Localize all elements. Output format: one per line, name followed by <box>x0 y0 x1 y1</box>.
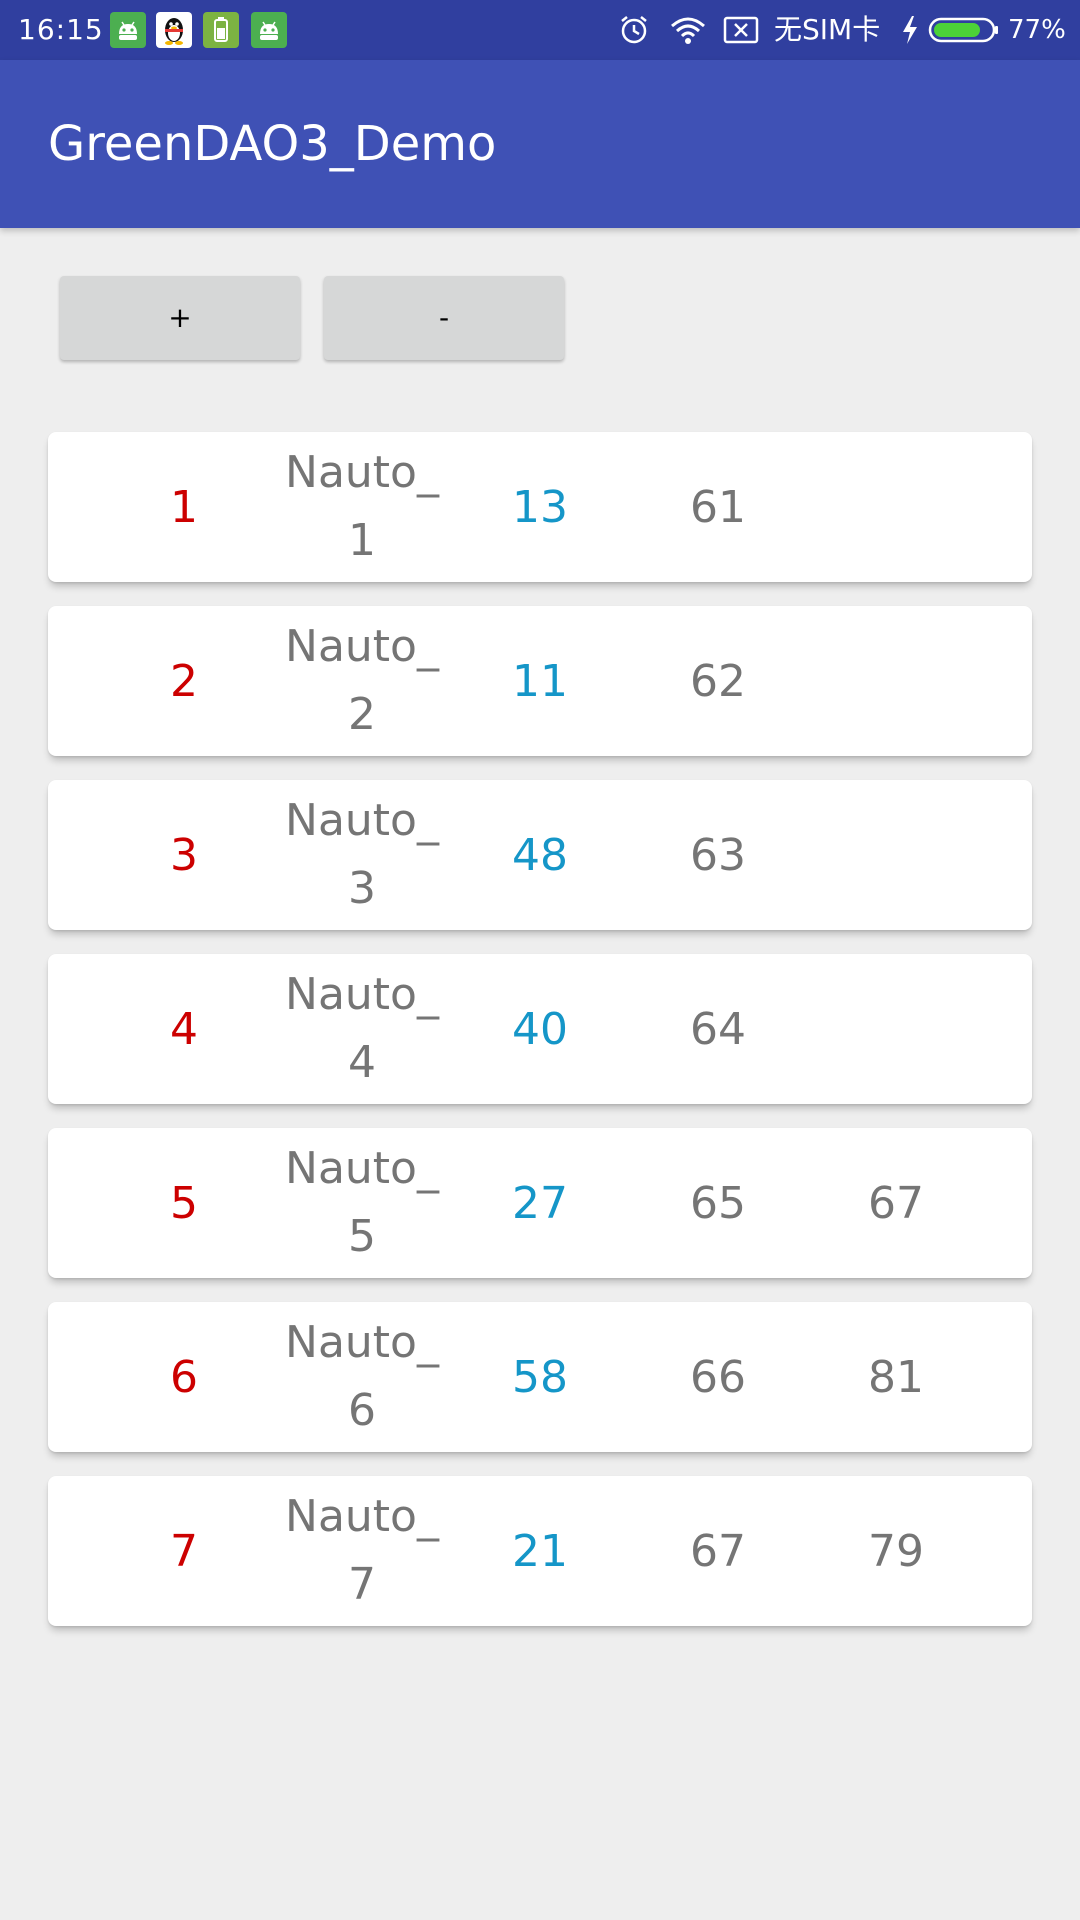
item-value-c: 81 <box>868 1351 924 1403</box>
item-id: 7 <box>170 1525 198 1577</box>
battery-app-icon <box>203 12 239 48</box>
item-name-line2: 5 <box>348 1211 376 1262</box>
item-name-line1: Nauto_ <box>285 621 439 672</box>
item-value-a: 11 <box>512 655 568 707</box>
battery-icon <box>928 12 1000 48</box>
android-icon <box>251 12 287 48</box>
item-value-a: 21 <box>512 1525 568 1577</box>
item-name: Nauto_ 3 <box>273 780 451 930</box>
item-name-line1: Nauto_ <box>285 447 439 498</box>
item-value-a: 27 <box>512 1177 568 1229</box>
item-value-b: 61 <box>690 481 746 533</box>
item-id: 3 <box>170 829 198 881</box>
item-name-line1: Nauto_ <box>285 1317 439 1368</box>
remove-button[interactable]: - <box>324 276 564 360</box>
item-value-c <box>807 954 985 1104</box>
item-value-a: 13 <box>512 481 568 533</box>
item-value-a: 40 <box>512 1003 568 1055</box>
item-value-b: 62 <box>690 655 746 707</box>
battery-percent: 77% <box>1008 15 1066 45</box>
list-item[interactable]: 2 Nauto_ 2 11 62 <box>48 606 1032 756</box>
item-name-line2: 7 <box>348 1559 376 1610</box>
item-name-line1: Nauto_ <box>285 1491 439 1542</box>
android-icon <box>110 12 146 48</box>
item-value-a: 48 <box>512 829 568 881</box>
wifi-icon <box>668 12 708 48</box>
no-sim-icon <box>722 12 760 48</box>
alarm-icon <box>616 12 652 48</box>
item-id: 6 <box>170 1351 198 1403</box>
add-button[interactable]: + <box>60 276 300 360</box>
item-value-b: 65 <box>690 1177 746 1229</box>
item-value-c <box>807 780 985 930</box>
status-bar: 16:15 无SIM卡 77% <box>0 0 1080 60</box>
item-name-line2: 2 <box>348 689 376 740</box>
item-name-line2: 6 <box>348 1385 376 1436</box>
item-id: 4 <box>170 1003 198 1055</box>
item-name: Nauto_ 1 <box>273 432 451 582</box>
item-name: Nauto_ 4 <box>273 954 451 1104</box>
item-value-c <box>807 432 985 582</box>
item-name-line2: 4 <box>348 1037 376 1088</box>
charging-icon <box>898 12 922 48</box>
item-name: Nauto_ 5 <box>273 1128 451 1278</box>
item-name: Nauto_ 2 <box>273 606 451 756</box>
record-list: 1 Nauto_ 1 13 61 2 Nauto_ 2 11 62 3 Nauto_… <box>48 432 1032 1650</box>
status-time: 16:15 <box>18 13 104 46</box>
item-id: 2 <box>170 655 198 707</box>
sim-status-text: 无SIM卡 <box>774 13 881 46</box>
item-name-line2: 3 <box>348 863 376 914</box>
list-item[interactable]: 3 Nauto_ 3 48 63 <box>48 780 1032 930</box>
item-name-line1: Nauto_ <box>285 1143 439 1194</box>
item-name: Nauto_ 7 <box>273 1476 451 1626</box>
item-id: 1 <box>170 481 198 533</box>
item-value-b: 63 <box>690 829 746 881</box>
list-item[interactable]: 6 Nauto_ 6 58 66 81 <box>48 1302 1032 1452</box>
item-value-c <box>807 606 985 756</box>
list-item[interactable]: 7 Nauto_ 7 21 67 79 <box>48 1476 1032 1626</box>
qq-penguin-icon <box>156 12 192 48</box>
item-name: Nauto_ 6 <box>273 1302 451 1452</box>
item-value-a: 58 <box>512 1351 568 1403</box>
item-name-line1: Nauto_ <box>285 969 439 1020</box>
item-name-line1: Nauto_ <box>285 795 439 846</box>
item-value-b: 67 <box>690 1525 746 1577</box>
item-value-b: 64 <box>690 1003 746 1055</box>
item-value-c: 79 <box>868 1525 924 1577</box>
list-item[interactable]: 1 Nauto_ 1 13 61 <box>48 432 1032 582</box>
item-value-c: 67 <box>868 1177 924 1229</box>
item-id: 5 <box>170 1177 198 1229</box>
app-title: GreenDAO3_Demo <box>48 116 497 172</box>
app-bar: GreenDAO3_Demo <box>0 60 1080 228</box>
list-item[interactable]: 5 Nauto_ 5 27 65 67 <box>48 1128 1032 1278</box>
item-name-line2: 1 <box>348 515 376 566</box>
item-value-b: 66 <box>690 1351 746 1403</box>
list-item[interactable]: 4 Nauto_ 4 40 64 <box>48 954 1032 1104</box>
